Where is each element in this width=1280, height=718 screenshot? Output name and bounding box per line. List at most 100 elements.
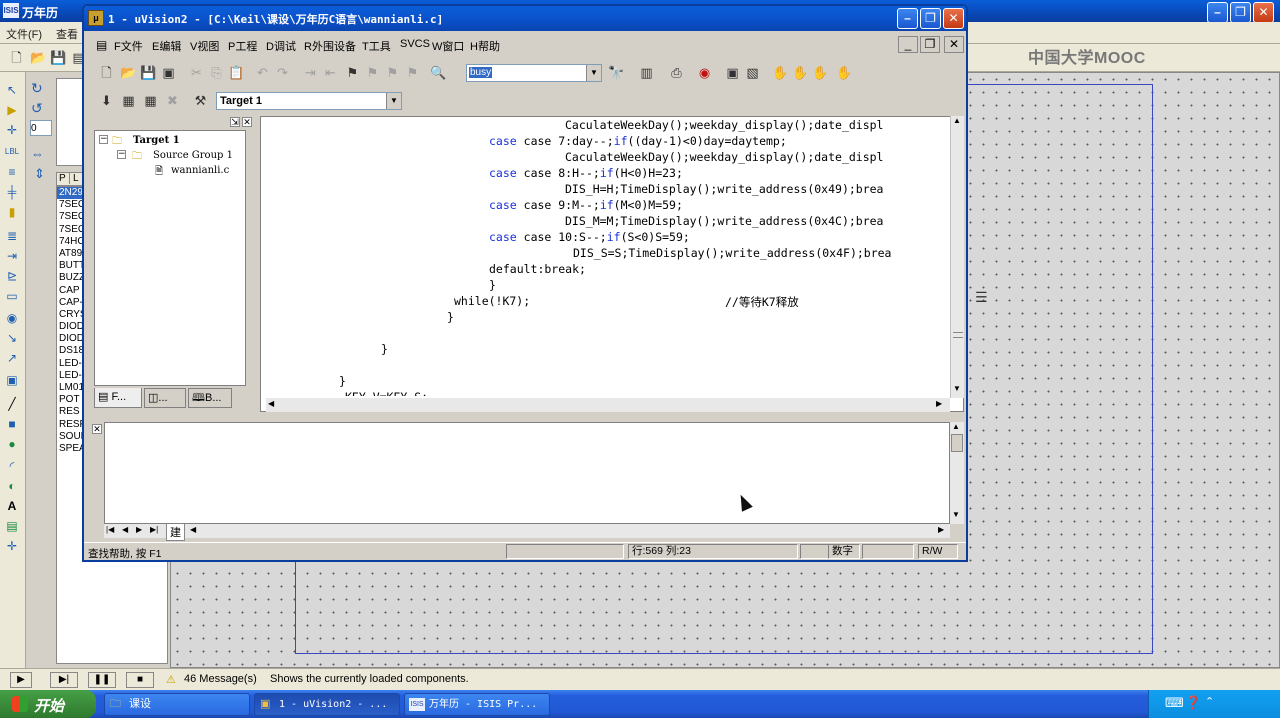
rotation-angle-field[interactable] [30,120,52,136]
pin-icon[interactable]: ⇲ [230,117,240,127]
pick-devices-button[interactable]: P [59,173,70,184]
prev-tab-icon[interactable]: ◀ [122,525,128,534]
browse-icon[interactable]: ▥ [638,65,655,81]
close-icon[interactable]: ✕ [92,424,102,434]
menu-tools[interactable]: T工具 [362,38,391,54]
maximize-icon[interactable]: ❐ [920,8,941,29]
task-isis[interactable]: ISIS 万年历 - ISIS Pr... [404,693,550,716]
output-text-area[interactable] [104,422,950,524]
library-manager-button[interactable]: L [73,173,79,184]
collapse-icon[interactable]: − [99,135,108,144]
maximize-icon[interactable]: ❐ [1230,2,1251,23]
bus-icon[interactable]: ╪ [3,184,21,200]
generator-icon[interactable]: ◉ [3,310,21,326]
open-folder-icon[interactable]: 📂 [120,65,137,81]
scroll-right-icon[interactable]: ▶ [938,525,944,534]
play-icon[interactable]: ▶ [10,672,32,688]
find-combobox[interactable]: busy ▼ [466,64,602,82]
tray-expand-icon[interactable]: ⌃ [1205,695,1214,708]
output-vertical-scrollbar[interactable]: ▲ ▼ [950,422,964,524]
scroll-down-icon[interactable]: ▼ [952,510,960,519]
minimize-icon[interactable]: – [1207,2,1228,23]
redo-icon[interactable]: ↷ [274,65,291,81]
keyboard-icon[interactable]: ⌨ [1165,695,1184,711]
subcircuit-icon[interactable]: ▮ [3,204,21,220]
editor-horizontal-scrollbar[interactable]: ◀ ▶ [266,398,950,412]
mirror-vertical-icon[interactable]: ⇕ [34,166,45,182]
marker-icon[interactable]: ✛ [3,538,21,554]
terminal-icon[interactable]: ≣ [3,228,21,244]
menu-file[interactable]: F文件 [114,38,143,54]
tree-source-group[interactable]: Source Group 1 [153,150,233,161]
clear-bookmarks-icon[interactable]: ⚑ [404,65,421,81]
arc-icon[interactable]: ◜ [3,458,21,474]
hand4-icon[interactable]: ✋ [836,65,853,81]
scroll-left-icon[interactable]: ◀ [190,525,196,534]
scroll-up-icon[interactable]: ▲ [952,422,960,431]
mdi-minimize-icon[interactable]: _ [898,36,918,53]
message-count[interactable]: 46 Message(s) [184,673,257,685]
start-button[interactable]: 开始 [0,690,96,718]
binoculars-icon[interactable]: 🔭 [608,65,625,81]
device-pin-icon[interactable]: ⇥ [3,248,21,264]
editor-vertical-scrollbar[interactable]: ▲ ▼ [950,116,964,398]
circle-icon[interactable]: ● [3,436,21,452]
symbol-icon[interactable]: ▤ [3,518,21,534]
first-tab-icon[interactable]: |◀ [106,525,114,534]
rotate-cw-icon[interactable]: ↻ [31,80,43,97]
scroll-left-icon[interactable]: ◀ [268,399,274,408]
task-uvision[interactable]: ▣ 1 - uVision2 - ... [254,693,400,716]
cut-icon[interactable]: ✂ [188,65,205,81]
collapse-icon[interactable]: − [117,150,126,159]
hand2-icon[interactable]: ✋ [792,65,809,81]
tree-file[interactable]: wannianli.c [171,165,229,176]
mdi-restore-icon[interactable]: ❐ [920,36,940,53]
next-bookmark-icon[interactable]: ⚑ [384,65,401,81]
task-folder[interactable]: 🗀 课设 [104,693,250,716]
hand-icon[interactable]: ✋ [772,65,789,81]
scroll-up-icon[interactable]: ▲ [953,116,961,125]
voltage-probe-icon[interactable]: ↘ [3,330,21,346]
scroll-down-icon[interactable]: ▼ [953,384,961,393]
paste-icon[interactable]: 📋 [228,65,245,81]
menu-view[interactable]: V视图 [190,38,219,54]
scroll-thumb[interactable] [951,434,963,452]
tape-icon[interactable]: ▭ [3,288,21,304]
tab-files[interactable]: ▤ F... [94,388,142,408]
line-icon[interactable]: ╱ [3,396,21,412]
current-probe-icon[interactable]: ↗ [3,350,21,366]
rebuild-all-icon[interactable]: ▦ [142,93,159,109]
menu-edit[interactable]: E编辑 [152,38,181,54]
target-options-icon[interactable]: ⚒ [192,93,209,109]
window-icon[interactable]: ▣ [724,65,741,81]
minimize-icon[interactable]: – [897,8,918,29]
open-folder-icon[interactable]: 📂 [30,50,47,66]
menu-window[interactable]: W窗口 [432,38,464,54]
isis-menu-file[interactable]: 文件(F) [6,26,42,42]
tab-regs[interactable]: ◫... [144,388,186,408]
next-tab-icon[interactable]: ▶ [136,525,142,534]
tab-build[interactable]: 建 [166,524,185,541]
print-icon[interactable]: ⎙ [668,65,685,81]
stop-build-icon[interactable]: ✖ [164,93,181,109]
menu-debug[interactable]: D调试 [266,38,296,54]
hand3-icon[interactable]: ✋ [812,65,829,81]
help-icon[interactable]: ❓ [1185,695,1201,711]
pause-icon[interactable]: ❚❚ [88,672,116,688]
last-tab-icon[interactable]: ▶| [150,525,158,534]
bookmark-icon[interactable]: ⚑ [344,65,361,81]
unindent-icon[interactable]: ⇤ [322,65,339,81]
mirror-horizontal-icon[interactable]: ⇔ [31,146,44,161]
rotate-ccw-icon[interactable]: ↺ [31,100,43,117]
new-file-icon[interactable]: 🗋 [98,65,115,81]
junction-icon[interactable]: ✛ [3,122,21,138]
menu-project[interactable]: P工程 [228,38,257,54]
text-script-icon[interactable]: ≡ [3,164,21,180]
close-icon[interactable]: ✕ [943,8,964,29]
close-icon[interactable]: ✕ [242,117,252,127]
save-icon[interactable]: 💾 [140,65,157,81]
virtual-instrument-icon[interactable]: ▣ [3,372,21,388]
step-icon[interactable]: ▶| [50,672,78,688]
text-icon[interactable]: A [3,498,21,514]
box-icon[interactable]: ■ [3,416,21,432]
